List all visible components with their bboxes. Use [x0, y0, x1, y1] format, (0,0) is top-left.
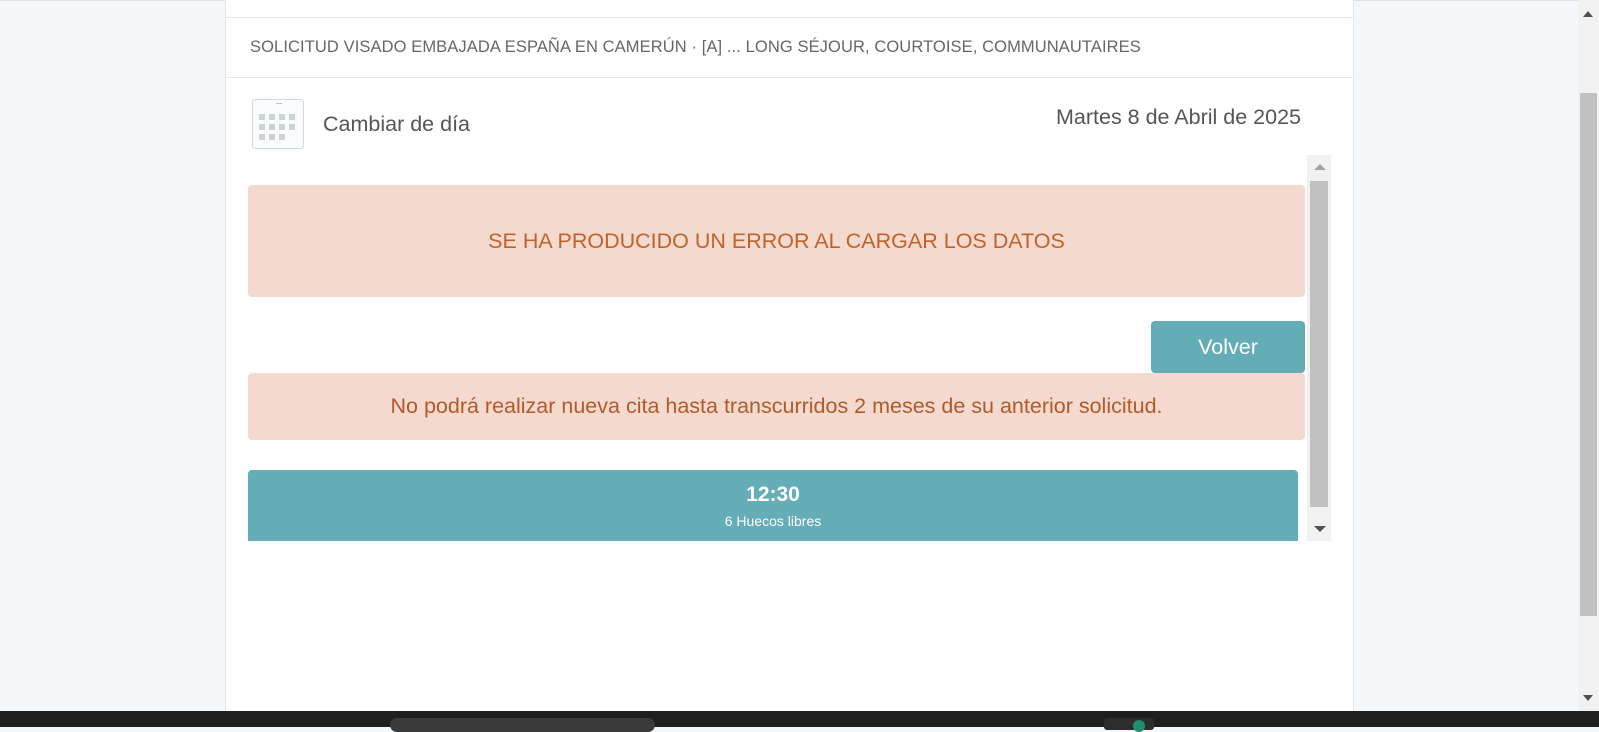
- calendar-icon-grid: [259, 114, 295, 140]
- error-alert-text: SE HA PRODUCIDO UN ERROR AL CARGAR LOS D…: [488, 228, 1065, 253]
- page-scroll-down-arrow-icon[interactable]: [1583, 695, 1593, 701]
- page-scroll-up-arrow-icon[interactable]: [1583, 11, 1593, 17]
- taskbar-app[interactable]: [1104, 718, 1154, 730]
- page-scrollbar[interactable]: [1578, 0, 1599, 711]
- slot-time: 12:30: [746, 483, 800, 506]
- slot-availability: 6 Huecos libres: [724, 513, 822, 529]
- time-slot[interactable]: 12:30 6 Huecos libres: [248, 470, 1298, 541]
- slots-scrollbar[interactable]: [1307, 155, 1331, 541]
- warning-alert-text: No podrá realizar nueva cita hasta trans…: [390, 394, 1163, 418]
- service-title: SOLICITUD VISADO EMBAJADA ESPAÑA EN CAME…: [250, 38, 1141, 56]
- scroll-down-arrow-icon[interactable]: [1314, 526, 1326, 532]
- os-taskbar: [0, 711, 1599, 732]
- back-button[interactable]: Volver: [1151, 321, 1305, 373]
- page-scrollbar-thumb[interactable]: [1580, 93, 1597, 616]
- taskbar-app-icon[interactable]: [1133, 720, 1145, 732]
- appointment-panel: SOLICITUD VISADO EMBAJADA ESPAÑA EN CAME…: [225, 0, 1354, 711]
- warning-alert: No podrá realizar nueva cita hasta trans…: [248, 373, 1305, 440]
- slots-scroll-area: SE HA PRODUCIDO UN ERROR AL CARGAR LOS D…: [248, 155, 1330, 541]
- taskbar-search[interactable]: [390, 718, 655, 732]
- panel-top-strip: [226, 0, 1353, 18]
- change-day-link[interactable]: Cambiar de día: [323, 112, 470, 137]
- error-alert: SE HA PRODUCIDO UN ERROR AL CARGAR LOS D…: [248, 185, 1305, 297]
- scrollbar-thumb[interactable]: [1310, 181, 1328, 507]
- service-header: SOLICITUD VISADO EMBAJADA ESPAÑA EN CAME…: [226, 18, 1353, 78]
- calendar-icon[interactable]: [252, 99, 304, 149]
- calendar-icon-tab: [276, 103, 282, 104]
- scroll-up-arrow-icon[interactable]: [1314, 164, 1326, 170]
- selected-date: Martes 8 de Abril de 2025: [1055, 105, 1301, 129]
